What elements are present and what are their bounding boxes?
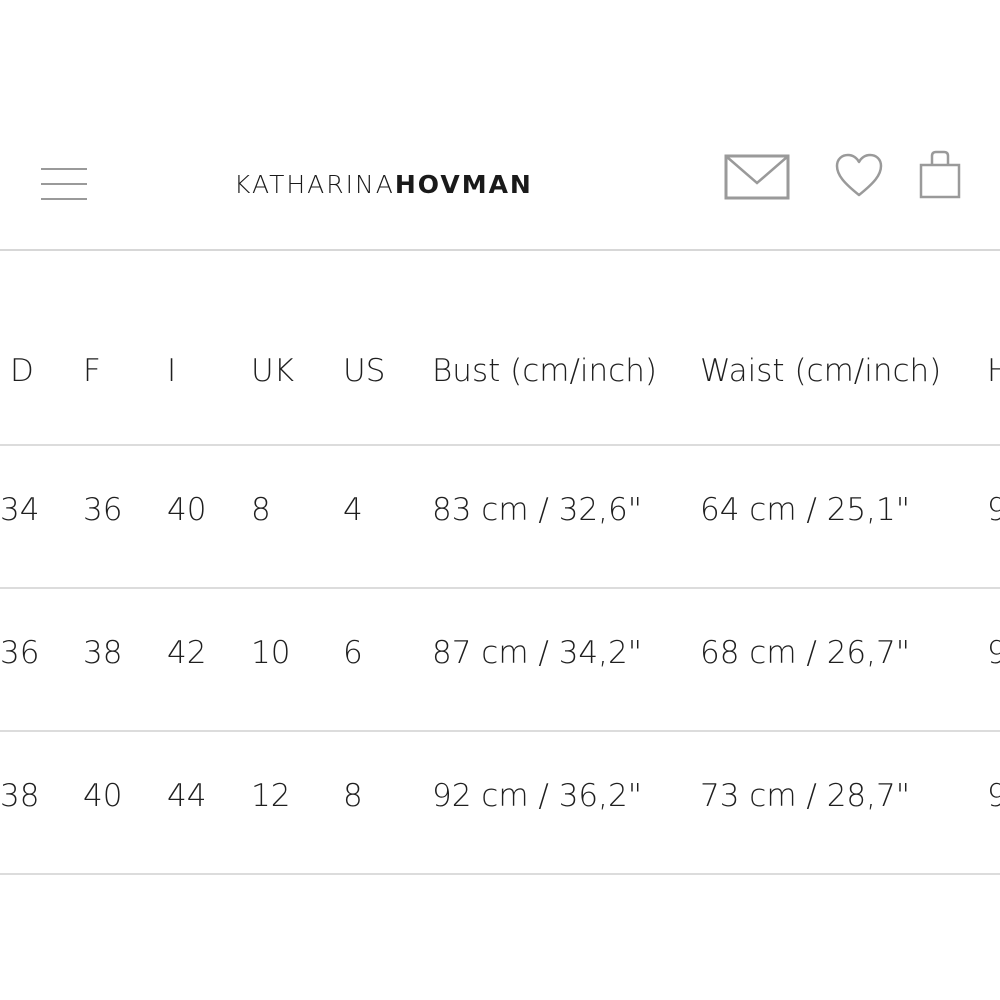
table-cell: 42 [167,635,207,671]
table-cell: 4 [343,492,363,528]
column-header-f: F [83,353,101,389]
column-header-hip: H [987,353,1000,389]
table-cell: 9 [987,778,1000,814]
table-cell: 34 [0,492,40,528]
table-cell: 38 [0,778,40,814]
table-cell: 83 cm / 32,6" [432,492,642,528]
column-header-us: US [343,353,386,389]
table-row: 34 36 40 8 4 83 cm / 32,6" 64 cm / 25,1"… [0,446,1000,589]
column-header-uk: UK [251,353,295,389]
site-header: KATHARINAHOVMAN [0,0,1000,251]
table-cell: 87 cm / 34,2" [432,635,642,671]
table-cell: 38 [83,635,123,671]
table-cell: 8 [251,492,271,528]
table-cell: 9 [987,635,1000,671]
brand-name-second: HOVMAN [394,170,533,199]
table-cell: 40 [167,492,207,528]
brand-logo[interactable]: KATHARINAHOVMAN [234,170,533,200]
table-cell: 12 [251,778,291,814]
menu-icon[interactable] [38,165,90,205]
table-cell: 36 [0,635,40,671]
table-cell: 10 [251,635,291,671]
brand-name-first: KATHARINA [234,170,395,199]
column-header-waist: Waist (cm/inch) [700,353,942,389]
table-cell: 68 cm / 26,7" [700,635,910,671]
table-header-row: D F I UK US Bust (cm/inch) Waist (cm/inc… [0,251,1000,446]
table-cell: 6 [343,635,363,671]
table-cell: 92 cm / 36,2" [432,778,642,814]
table-cell: 9 [987,492,1000,528]
heart-icon[interactable] [834,153,884,199]
table-cell: 40 [83,778,123,814]
column-header-i: I [167,353,177,389]
column-header-d: D [10,353,34,389]
table-cell: 36 [83,492,123,528]
column-header-bust: Bust (cm/inch) [432,353,657,389]
bag-icon[interactable] [918,150,962,200]
table-cell: 64 cm / 25,1" [700,492,910,528]
table-cell: 8 [343,778,363,814]
table-cell: 44 [167,778,207,814]
table-cell: 73 cm / 28,7" [700,778,910,814]
mail-icon[interactable] [724,153,790,201]
table-row: 36 38 42 10 6 87 cm / 34,2" 68 cm / 26,7… [0,589,1000,732]
table-row: 38 40 44 12 8 92 cm / 36,2" 73 cm / 28,7… [0,732,1000,875]
size-table: D F I UK US Bust (cm/inch) Waist (cm/inc… [0,251,1000,875]
